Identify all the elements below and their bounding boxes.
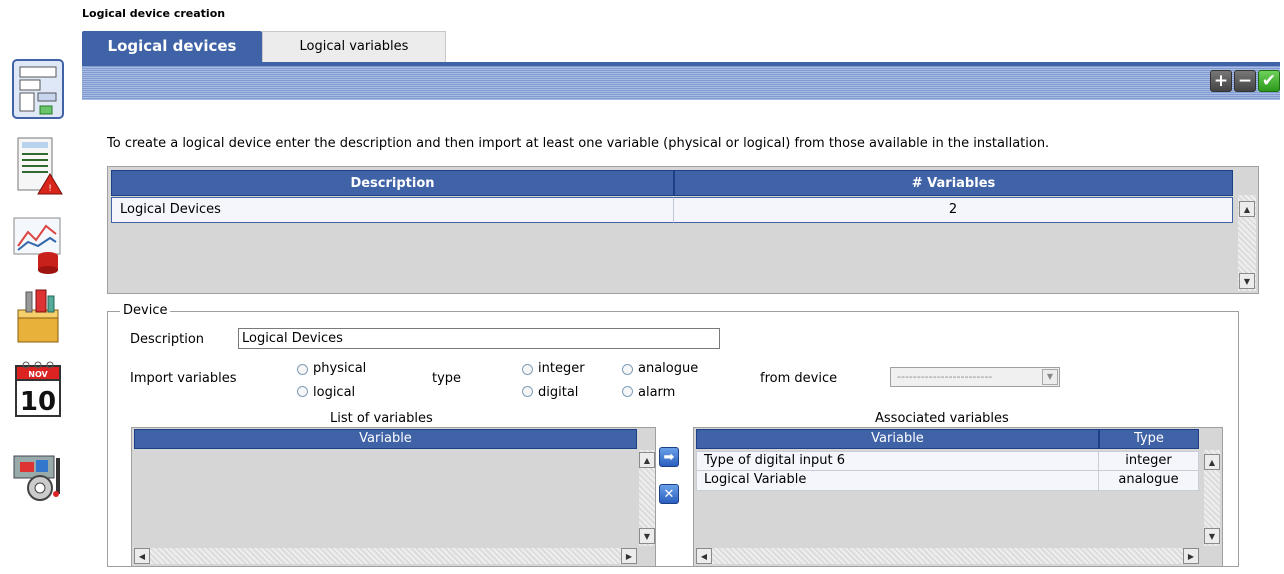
- from-device-label: from device: [760, 371, 838, 386]
- description-label: Description: [130, 332, 205, 347]
- radio-integer[interactable]: [522, 364, 533, 375]
- toolbar-band: [82, 62, 1280, 100]
- associated-variables-table: Variable Type Type of digital input 6 in…: [693, 427, 1223, 567]
- svg-text:!: !: [48, 184, 52, 194]
- column-header-variables[interactable]: # Variables: [674, 170, 1233, 196]
- report-alarm-icon[interactable]: !: [10, 134, 66, 196]
- import-variables-label: Import variables: [130, 371, 237, 386]
- scroll-down-button[interactable]: ▼: [1204, 528, 1220, 544]
- scroll-down-button[interactable]: ▼: [1239, 273, 1255, 289]
- column-header-type[interactable]: Type: [1099, 429, 1199, 449]
- radio-physical-label: physical: [313, 361, 367, 376]
- column-header-variable[interactable]: Variable: [134, 429, 637, 449]
- remove-button[interactable]: −: [1234, 70, 1256, 92]
- confirm-button[interactable]: ✔: [1258, 70, 1280, 92]
- svg-text:10: 10: [20, 387, 56, 417]
- scroll-up-button[interactable]: ▲: [1239, 201, 1255, 217]
- page-title: Logical device creation: [82, 7, 226, 20]
- instructions-text: To create a logical device enter the des…: [107, 136, 1050, 151]
- associated-hscrollbar[interactable]: [696, 548, 1199, 564]
- list-of-variables-table: Variable ▲ ▼ ◀ ▶: [131, 427, 656, 567]
- list-hscrollbar[interactable]: [134, 548, 637, 564]
- type-cell: integer: [1099, 451, 1199, 471]
- associated-variables-title: Associated variables: [875, 411, 1009, 426]
- variable-cell: Type of digital input 6: [696, 451, 1099, 471]
- svg-text:NOV: NOV: [28, 370, 48, 379]
- device-legend: Device: [120, 303, 171, 318]
- radio-analogue[interactable]: [622, 364, 633, 375]
- list-of-variables-title: List of variables: [330, 411, 433, 426]
- radio-logical[interactable]: [297, 386, 308, 397]
- radio-integer-label: integer: [538, 361, 585, 376]
- scroll-right-button[interactable]: ▶: [1183, 548, 1199, 564]
- toolbox-icon[interactable]: [10, 286, 66, 348]
- radio-alarm-label: alarm: [638, 385, 676, 400]
- scroll-left-button[interactable]: ◀: [696, 548, 712, 564]
- device-variables-cell: 2: [674, 197, 1233, 223]
- tools-settings-icon[interactable]: [10, 444, 66, 506]
- scroll-right-button[interactable]: ▶: [621, 548, 637, 564]
- add-variable-button[interactable]: ➡: [659, 447, 679, 467]
- scroll-left-button[interactable]: ◀: [134, 548, 150, 564]
- chevron-down-icon: ▼: [1042, 369, 1058, 385]
- column-header-description[interactable]: Description: [111, 170, 674, 196]
- calendar-icon[interactable]: NOV 10: [10, 360, 66, 422]
- radio-digital[interactable]: [522, 386, 533, 397]
- type-label: type: [432, 371, 462, 386]
- variable-cell: Logical Variable: [696, 471, 1099, 491]
- scroll-down-button[interactable]: ▼: [639, 528, 655, 544]
- device-description-cell: Logical Devices: [111, 197, 674, 223]
- chart-database-icon[interactable]: [10, 212, 66, 274]
- radio-digital-label: digital: [538, 385, 579, 400]
- scroll-up-button[interactable]: ▲: [639, 452, 655, 468]
- logical-device-icon[interactable]: [10, 58, 66, 120]
- add-button[interactable]: +: [1210, 70, 1232, 92]
- arrow-right-icon: ➡: [663, 449, 675, 465]
- description-input[interactable]: [238, 328, 720, 349]
- scroll-up-button[interactable]: ▲: [1204, 454, 1220, 470]
- devices-table: Description # Variables Logical Devices …: [107, 166, 1259, 294]
- close-icon: ✕: [663, 486, 675, 502]
- from-device-select[interactable]: ------------------------ ▼: [890, 367, 1060, 387]
- radio-analogue-label: analogue: [638, 361, 699, 376]
- remove-variable-button[interactable]: ✕: [659, 484, 679, 504]
- tab-logical-variables[interactable]: Logical variables: [262, 31, 446, 62]
- from-device-value: ------------------------: [897, 370, 993, 383]
- radio-logical-label: logical: [313, 385, 356, 400]
- column-header-variable[interactable]: Variable: [696, 429, 1099, 449]
- tab-logical-devices[interactable]: Logical devices: [82, 31, 262, 62]
- radio-physical[interactable]: [297, 364, 308, 375]
- radio-alarm[interactable]: [622, 386, 633, 397]
- type-cell: analogue: [1099, 471, 1199, 491]
